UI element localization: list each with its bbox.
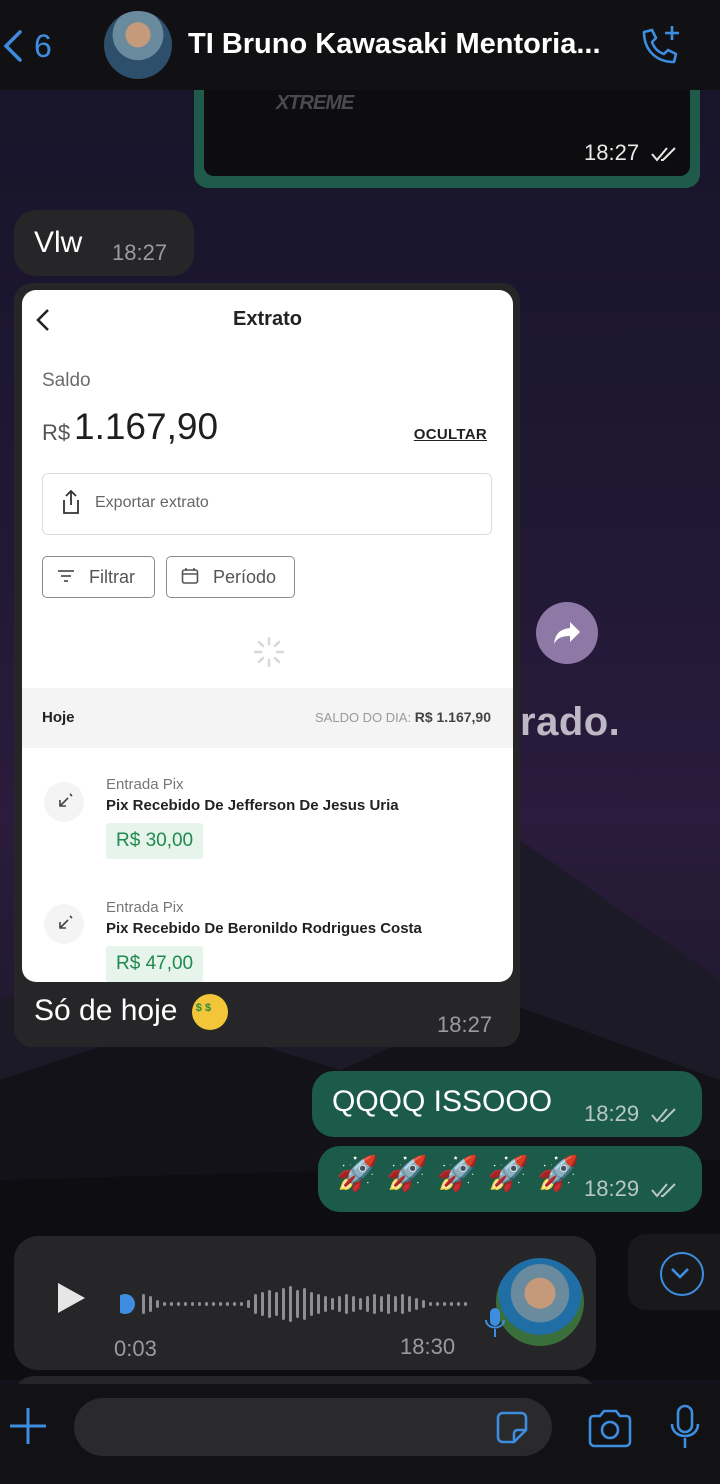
filter-label: Filtrar: [89, 567, 135, 587]
transaction-amount: R$ 47,00: [106, 946, 204, 982]
back-button[interactable]: 6: [0, 24, 70, 68]
transaction-type: Entrada Pix: [106, 776, 184, 793]
audio-duration: 0:03: [114, 1336, 157, 1361]
period-label: Período: [213, 567, 277, 587]
balance-value: 1.167,90: [74, 406, 219, 447]
currency-symbol: R$: [42, 420, 71, 445]
pix-transfer-icon: [44, 782, 84, 822]
message-input[interactable]: [74, 1398, 552, 1456]
received-message-bubble[interactable]: Vlw 18:27: [14, 210, 194, 276]
filter-button[interactable]: Filtrar: [42, 556, 155, 598]
period-button[interactable]: Período: [166, 556, 295, 598]
group-avatar[interactable]: [104, 11, 172, 79]
chat-header: 6 TI Bruno Kawasaki Mentoria...: [0, 0, 720, 90]
rocket-emoji-icon: 🚀: [386, 1155, 429, 1193]
day-summary-row: Hoje SALDO DO DIA: R$ 1.167,90: [22, 688, 513, 748]
transaction-type: Entrada Pix: [106, 899, 184, 916]
audio-waveform[interactable]: [120, 1284, 480, 1324]
hide-balance-link[interactable]: OCULTAR: [414, 426, 487, 443]
plus-icon[interactable]: [6, 1404, 50, 1448]
rocket-emoji-icon: 🚀: [487, 1155, 530, 1193]
transaction-amount: R$ 30,00: [106, 823, 204, 859]
unread-count: 6: [34, 27, 52, 64]
double-check-icon: [651, 1183, 676, 1198]
chevron-down-icon: [660, 1252, 704, 1296]
message-time: 18:27: [437, 1012, 493, 1037]
wallpaper-text: rado.: [520, 700, 621, 744]
sent-message-bubble[interactable]: QQQQ ISSOOO 18:29: [312, 1071, 702, 1137]
share-icon: [63, 489, 79, 514]
chevron-left-icon: [3, 30, 22, 62]
message-time: 18:27: [584, 140, 683, 166]
message-caption: Só de hoje: [34, 994, 228, 1031]
calendar-icon: [181, 568, 199, 584]
add-call-icon[interactable]: [636, 22, 684, 68]
rocket-emoji-icon: 🚀: [336, 1155, 379, 1193]
sender-avatar[interactable]: [496, 1258, 584, 1346]
message-time: 18:30: [400, 1334, 456, 1359]
sticker-icon[interactable]: [492, 1408, 532, 1448]
loading-spinner-icon: [253, 636, 285, 668]
sent-message-bubble[interactable]: 🚀 🚀 🚀 🚀 🚀 18:29: [318, 1146, 702, 1212]
forward-button[interactable]: [536, 602, 598, 664]
message-text: QQQQ ISSOOO: [332, 1085, 553, 1118]
rocket-emoji-icon: 🚀: [436, 1155, 480, 1193]
statement-title: Extrato: [233, 308, 302, 330]
message-time: 18:27: [112, 240, 168, 265]
microphone-icon: [485, 1308, 505, 1337]
message-time: 18:29: [584, 1176, 683, 1202]
filter-icon: [58, 570, 74, 582]
bank-statement-screenshot[interactable]: Extrato Saldo R$ 1.167,90 OCULTAR Export…: [22, 290, 513, 982]
pix-transfer-icon: [44, 904, 84, 944]
balance-label: Saldo: [42, 370, 91, 391]
transaction-description: Pix Recebido De Jefferson De Jesus Uria: [106, 797, 399, 814]
double-check-icon: [651, 1108, 676, 1123]
camera-icon[interactable]: [586, 1406, 634, 1450]
message-text: Vlw: [34, 226, 83, 259]
day-balance: SALDO DO DIA: R$ 1.167,90: [315, 709, 491, 725]
export-label: Exportar extrato: [95, 494, 209, 511]
scroll-to-bottom-button[interactable]: [628, 1234, 720, 1310]
transaction-description: Pix Recebido De Beronildo Rodrigues Cost…: [106, 920, 422, 937]
rocket-emoji-icon: 🚀: [537, 1155, 580, 1193]
export-statement-button[interactable]: Exportar extrato: [42, 473, 492, 535]
money-mouth-emoji-icon: [191, 994, 228, 1031]
image-watermark: XTREME: [276, 92, 354, 114]
microphone-icon[interactable]: [668, 1402, 702, 1452]
share-arrow-icon: [554, 622, 580, 644]
play-icon[interactable]: [54, 1280, 88, 1316]
chat-title[interactable]: TI Bruno Kawasaki Mentoria...: [188, 28, 628, 61]
message-time: 18:29: [584, 1101, 683, 1127]
day-label: Hoje: [42, 709, 75, 726]
double-check-icon: [651, 147, 676, 162]
rocket-emojis: 🚀 🚀 🚀 🚀 🚀: [336, 1154, 588, 1194]
